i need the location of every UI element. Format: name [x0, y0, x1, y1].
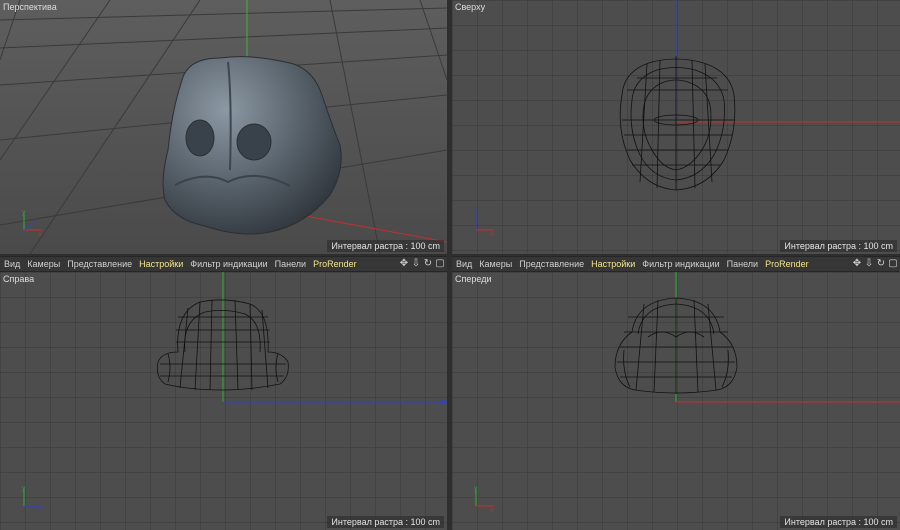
svg-text:z: z: [38, 507, 41, 514]
menu-filter[interactable]: Фильтр индикации: [190, 259, 267, 269]
arrow-down-icon[interactable]: ⇩: [864, 258, 874, 270]
svg-text:x: x: [490, 231, 494, 238]
menu-display[interactable]: Представление: [519, 259, 584, 269]
axis-gizmo: y x: [474, 485, 494, 514]
menu-display[interactable]: Представление: [67, 259, 132, 269]
menu-options[interactable]: Настройки: [139, 259, 183, 269]
menu-cameras[interactable]: Камеры: [27, 259, 60, 269]
maximize-icon[interactable]: ▢: [888, 258, 898, 270]
perspective-scene: [0, 0, 447, 254]
menu-prorender[interactable]: ProRender: [765, 259, 809, 269]
viewport-title-front: Спереди: [455, 274, 492, 284]
grid-interval-status: Интервал растра : 100 cm: [780, 240, 897, 252]
viewport-title-right: Справа: [3, 274, 35, 284]
menu-view[interactable]: Вид: [4, 259, 20, 269]
top-wireframe: [619, 56, 736, 191]
grid-interval-status: Интервал растра : 100 cm: [327, 516, 444, 528]
menu-prorender[interactable]: ProRender: [313, 259, 357, 269]
viewport-nav-icons: ✥ ⇩ ↻ ▢: [399, 258, 445, 270]
menu-panel[interactable]: Панели: [275, 259, 306, 269]
grid-interval-status: Интервал растра : 100 cm: [780, 516, 897, 528]
svg-text:z: z: [32, 219, 35, 226]
svg-text:x: x: [490, 507, 494, 514]
viewport-menubar-left: Вид Камеры Представление Настройки Фильт…: [0, 256, 447, 272]
axis-gizmo: y z: [22, 485, 42, 514]
menu-panel[interactable]: Панели: [727, 259, 758, 269]
front-wireframe: [614, 297, 738, 394]
viewport-right[interactable]: y z Справа Интервал растра : 100 cm: [0, 272, 447, 530]
svg-text:y: y: [22, 209, 26, 216]
svg-text:y: y: [22, 485, 26, 492]
front-scene: [614, 272, 900, 403]
maximize-icon[interactable]: ▢: [435, 258, 445, 270]
move-icon[interactable]: ✥: [852, 258, 862, 270]
move-icon[interactable]: ✥: [399, 258, 409, 270]
svg-text:x: x: [38, 231, 42, 238]
head-mesh: [162, 56, 342, 235]
viewport-top[interactable]: z x Сверху Интервал растра : 100 cm: [452, 0, 900, 254]
rotate-icon[interactable]: ↻: [423, 258, 433, 270]
menu-filter[interactable]: Фильтр индикации: [642, 259, 719, 269]
arrow-down-icon[interactable]: ⇩: [411, 258, 421, 270]
viewport-nav-icons: ✥ ⇩ ↻ ▢: [852, 258, 898, 270]
menu-view[interactable]: Вид: [456, 259, 472, 269]
right-scene: [156, 272, 447, 405]
menu-options[interactable]: Настройки: [591, 259, 635, 269]
svg-text:z: z: [474, 209, 477, 216]
top-scene: [619, 0, 900, 191]
menu-cameras[interactable]: Камеры: [479, 259, 512, 269]
viewport-front[interactable]: y x Спереди Интервал растра : 100 cm: [452, 272, 900, 530]
viewport-title-perspective: Перспектива: [3, 2, 57, 12]
rotate-icon[interactable]: ↻: [876, 258, 886, 270]
svg-text:y: y: [474, 485, 478, 492]
grid-interval-status: Интервал растра : 100 cm: [327, 240, 444, 252]
viewport-perspective[interactable]: y x z Перспектива Интервал растра : 100 …: [0, 0, 447, 254]
viewport-title-top: Сверху: [455, 2, 486, 12]
viewport-menubar-right: Вид Камеры Представление Настройки Фильт…: [452, 256, 900, 272]
axis-gizmo: y x z: [22, 209, 42, 238]
axis-gizmo: z x: [474, 209, 494, 238]
